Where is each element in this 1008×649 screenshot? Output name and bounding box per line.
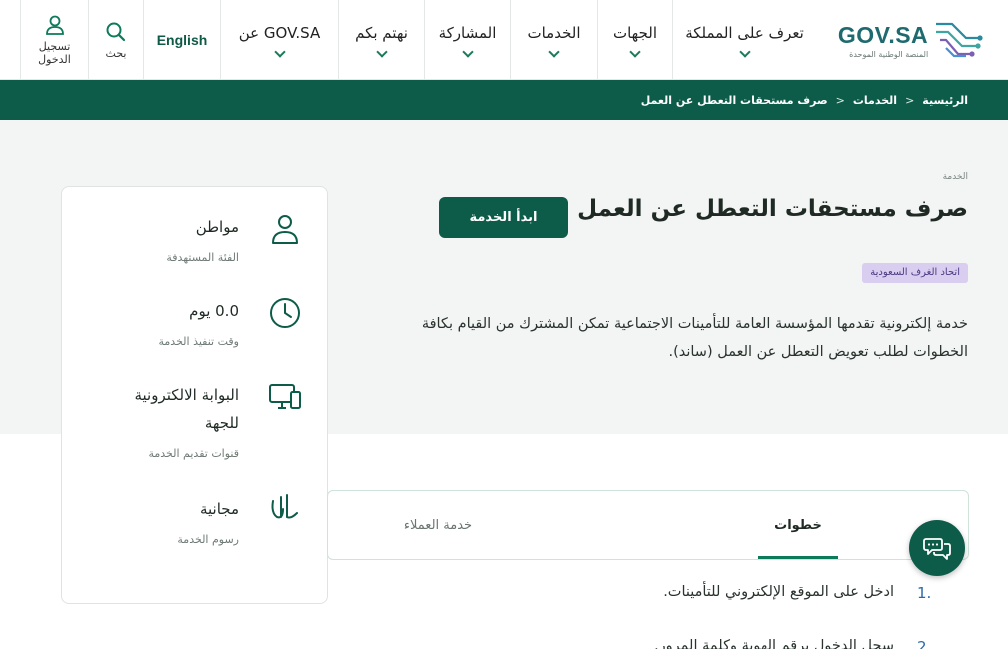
nav-label: الخدمات	[527, 24, 581, 42]
chat-button[interactable]	[909, 520, 965, 576]
nav-label: الجهات	[612, 24, 658, 42]
channel-value: البوابة الالكترونية للجهة	[134, 386, 239, 432]
language-switch[interactable]: English	[143, 0, 220, 80]
breadcrumb: الرئيسية > الخدمات > صرف مستحقات التعطل …	[0, 80, 1008, 120]
duration-value: 0.0 يوم	[189, 302, 239, 320]
logo-text: GOV.SA	[837, 21, 929, 48]
active-tab-indicator	[758, 556, 838, 559]
info-duration: 0.0 يوم وقت تنفيذ الخدمة	[60, 293, 327, 373]
provider-badge[interactable]: اتحاد الغرف السعودية	[862, 263, 968, 283]
chevron-down-icon	[548, 46, 560, 58]
login-button[interactable]: تسجيل الدخول	[20, 0, 88, 80]
language-label: English	[156, 32, 208, 48]
nav-item-entities[interactable]: الجهات	[597, 0, 672, 80]
gov-sa-logo[interactable]: GOV.SA المنصة الوطنية الموحدة	[816, 0, 1008, 80]
nav-label: عن GOV.SA	[238, 24, 321, 42]
step-text: سجل الدخول برقم الهوية وكلمة المرور.	[654, 638, 894, 649]
login-label: تسجيل الدخول	[38, 40, 71, 66]
step-number: 1.	[917, 584, 932, 602]
nav-item-participation[interactable]: المشاركة	[424, 0, 510, 80]
riyal-icon	[271, 494, 298, 519]
fee-label: رسوم الخدمة	[177, 533, 239, 546]
step-text: ادخل على الموقع الإلكتروني للتأمينات.	[663, 584, 894, 600]
duration-label: وقت تنفيذ الخدمة	[158, 335, 239, 348]
service-kicker: الخدمة	[942, 172, 968, 182]
tab-customer-service[interactable]: خدمة العملاء	[368, 491, 508, 559]
channel-label: قنوات تقديم الخدمة	[148, 447, 239, 460]
search-button[interactable]: بحث	[88, 0, 143, 80]
clock-icon	[270, 298, 300, 328]
chevron-down-icon	[273, 46, 286, 58]
service-info-card: مواطن الفئة المستهدفة 0.0 يوم وقت تنفيذ …	[61, 186, 328, 604]
user-icon	[45, 15, 64, 35]
breadcrumb-services[interactable]: الخدمات	[853, 94, 897, 107]
nav-item-about-govsa[interactable]: عن GOV.SA	[220, 0, 338, 80]
breadcrumb-separator: >	[905, 93, 915, 107]
nav-item-about-kingdom[interactable]: تعرف على المملكة	[672, 0, 816, 80]
chat-bubbles-icon	[923, 538, 951, 560]
page-title: صرف مستحقات التعطل عن العمل	[577, 196, 968, 222]
chevron-down-icon	[461, 46, 474, 58]
breadcrumb-separator: >	[835, 93, 845, 107]
tab-steps[interactable]: خطوات	[758, 491, 838, 559]
service-tabs: خطوات خدمة العملاء	[327, 490, 969, 560]
person-icon	[272, 215, 298, 244]
search-icon	[106, 22, 126, 41]
devices-icon	[269, 384, 301, 409]
audience-value: مواطن	[195, 218, 239, 236]
chevron-down-icon	[738, 46, 751, 58]
service-description: خدمة إلكترونية تقدمها المؤسسة العامة للت…	[421, 316, 968, 360]
audience-label: الفئة المستهدفة	[166, 251, 239, 264]
nav-label: المشاركة	[438, 24, 497, 42]
site-header: GOV.SA المنصة الوطنية الموحدة تعرف على ا…	[0, 0, 1008, 80]
chevron-down-icon	[375, 46, 388, 58]
nav-label: تعرف على المملكة	[685, 24, 804, 42]
step-number: 2.	[917, 638, 932, 649]
nav-label: نهتم بكم	[355, 24, 408, 42]
fee-value: مجانية	[199, 500, 239, 518]
search-label: بحث	[105, 46, 127, 60]
nav-item-we-care[interactable]: نهتم بكم	[338, 0, 424, 80]
breadcrumb-current: صرف مستحقات التعطل عن العمل	[640, 93, 828, 107]
info-fee: مجانية رسوم الخدمة	[60, 494, 327, 565]
logo-subtitle: المنصة الوطنية الموحدة	[849, 49, 929, 59]
info-channel: البوابة الالكترونية للجهة قنوات تقديم ال…	[60, 377, 327, 477]
start-service-button[interactable]: ابدأ الخدمة	[439, 197, 568, 238]
breadcrumb-home[interactable]: الرئيسية	[922, 94, 968, 107]
info-audience: مواطن الفئة المستهدفة	[60, 209, 327, 289]
chevron-down-icon	[629, 46, 641, 58]
nav-item-services[interactable]: الخدمات	[510, 0, 597, 80]
circuit-logo-icon	[936, 22, 983, 58]
